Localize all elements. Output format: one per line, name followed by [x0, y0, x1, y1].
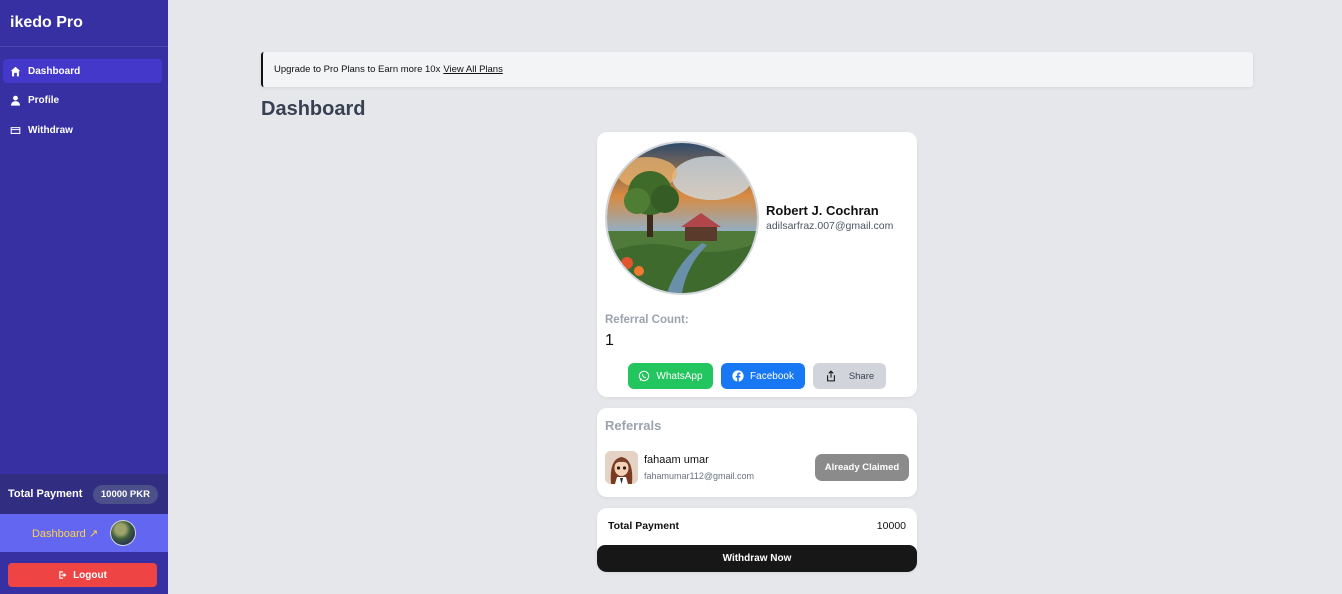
- upgrade-banner: Upgrade to Pro Plans to Earn more 10x Vi…: [261, 52, 1253, 87]
- user-icon: [9, 95, 21, 107]
- home-icon: [9, 65, 21, 77]
- profile-card: Robert J. Cochran adilsarfraz.007@gmail.…: [597, 132, 917, 397]
- banner-text: Upgrade to Pro Plans to Earn more 10x: [274, 64, 441, 75]
- total-payment-label: Total Payment: [608, 520, 679, 532]
- user-name: Robert J. Cochran: [766, 203, 879, 218]
- sidebar-item-withdraw[interactable]: Withdraw: [3, 118, 162, 142]
- whatsapp-icon: [638, 370, 650, 382]
- share-button[interactable]: Share: [813, 363, 886, 389]
- avatar[interactable]: [110, 520, 137, 546]
- total-payment-value: 10000: [876, 520, 906, 532]
- facebook-share-button[interactable]: Facebook: [721, 363, 805, 389]
- payment-card: Total Payment 10000 Withdraw Now: [597, 508, 917, 572]
- facebook-icon: [732, 370, 744, 382]
- user-email: adilsarfraz.007@gmail.com: [766, 220, 894, 232]
- share-icon: [825, 370, 837, 382]
- card-icon: [9, 124, 21, 136]
- share-buttons: WhatsApp Facebook Share: [628, 363, 886, 389]
- profile-avatar: [605, 141, 759, 295]
- referrals-title: Referrals: [605, 418, 662, 433]
- referral-email: fahamumar112@gmail.com: [644, 471, 755, 481]
- referral-count-label: Referral Count:: [605, 314, 689, 326]
- sidebar-item-label: Withdraw: [28, 124, 73, 136]
- already-claimed-button[interactable]: Already Claimed: [815, 454, 909, 481]
- dashboard-link[interactable]: Dashboard ↗: [0, 514, 168, 552]
- total-payment-label: Total Payment: [8, 488, 83, 500]
- sidebar: ikedo Pro Dashboard Profile Withdraw Tot…: [0, 0, 168, 594]
- brand-logo: ikedo Pro: [0, 0, 168, 47]
- referrals-card: Referrals fahaam umar fahamumar112@gmail…: [597, 408, 917, 497]
- view-all-plans-link[interactable]: View All Plans: [443, 64, 503, 75]
- withdraw-now-button[interactable]: Withdraw Now: [597, 545, 917, 572]
- whatsapp-share-button[interactable]: WhatsApp: [628, 363, 713, 389]
- page-title: Dashboard: [261, 98, 366, 120]
- total-payment-badge: 10000 PKR: [92, 484, 158, 504]
- sidebar-item-profile[interactable]: Profile: [3, 89, 162, 113]
- sidebar-nav: Dashboard Profile Withdraw: [0, 47, 168, 142]
- logout-icon: [58, 570, 68, 580]
- dashboard-link-label: Dashboard ↗: [31, 527, 99, 540]
- sidebar-item-dashboard[interactable]: Dashboard: [3, 59, 162, 83]
- sidebar-item-label: Dashboard: [28, 65, 81, 77]
- referral-avatar: [605, 451, 638, 484]
- sidebar-item-label: Profile: [28, 95, 60, 106]
- arrow-up-right-icon: ↗: [88, 527, 99, 540]
- sidebar-total-payment: Total Payment 10000 PKR: [0, 474, 168, 514]
- referral-name: fahaam umar: [644, 454, 709, 466]
- referral-count-value: 1: [605, 332, 614, 349]
- logout-button[interactable]: Logout: [8, 563, 157, 587]
